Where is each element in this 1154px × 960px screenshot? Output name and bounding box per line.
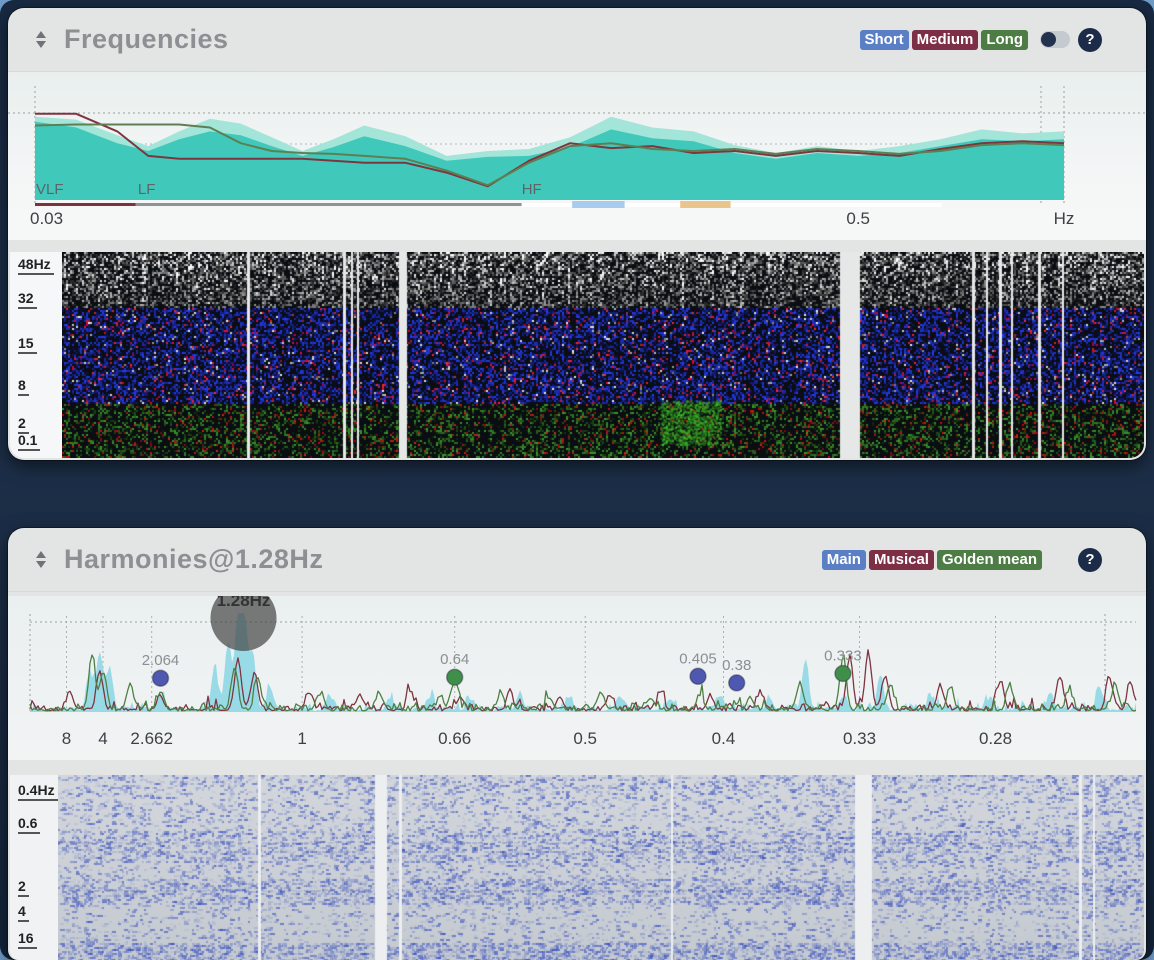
spectrum-line-musical (30, 650, 1136, 711)
chevron-up-icon (36, 31, 46, 38)
selected-frequency-label: 1.28Hz (217, 596, 271, 610)
x-tick-label: 0.5 (846, 209, 870, 228)
x-tick-label: 0.33 (843, 729, 876, 748)
x-tick-label: 0.28 (979, 729, 1012, 748)
legend-short[interactable]: Short (860, 30, 909, 50)
band-bar (680, 201, 730, 208)
harmonies-spectrogram-canvas[interactable] (58, 775, 1144, 960)
harmonic-marker-label: 0.64 (440, 651, 469, 668)
band-label: LF (138, 181, 156, 198)
band-bar (136, 203, 522, 206)
legend-medium[interactable]: Medium (912, 30, 979, 50)
harmonic-marker-label: 0.333 (824, 648, 862, 665)
x-tick-label: 2.662 (130, 729, 173, 748)
harmonic-marker-label: 2.064 (142, 652, 180, 669)
band-bar (572, 201, 625, 208)
x-tick-label: 4 (98, 729, 107, 748)
frequencies-chart-svg[interactable]: VLF LF HF 0.03 0.5 Hz (8, 72, 1146, 240)
x-tick-label: 0.66 (438, 729, 471, 748)
legend-long[interactable]: Long (981, 30, 1028, 50)
harmonies-spectrogram[interactable]: 0.4Hz 0.6 2 4 16 (10, 775, 1144, 960)
harmonic-marker-golden[interactable] (447, 669, 463, 685)
frequencies-spectrogram[interactable]: 48Hz 32 15 8 2 0.1 (10, 252, 1144, 458)
app-background: Frequencies Short Medium Long ? VLF LF HF 0… (0, 0, 1154, 960)
harmonies-legend: Main Musical Golden mean (822, 550, 1042, 570)
x-tick-label: 8 (62, 729, 71, 748)
chevron-down-icon (36, 561, 46, 568)
x-tick-label: 0.5 (573, 729, 597, 748)
collapse-panel-icon[interactable] (32, 27, 50, 52)
y-label: 4 (18, 904, 29, 922)
y-label: 0.6 (18, 816, 40, 834)
panel-title: Harmonies@1.28Hz (64, 544, 323, 575)
x-tick-label: 0.03 (30, 209, 63, 228)
y-label: 16 (18, 931, 37, 949)
frequencies-chart[interactable]: VLF LF HF 0.03 0.5 Hz (8, 72, 1146, 240)
y-label: 2 (18, 879, 29, 897)
harmonies-panel: Harmonies@1.28Hz Main Musical Golden mea… (8, 528, 1146, 960)
band-label: HF (522, 181, 542, 198)
spectrum-area-main-spectrum (30, 613, 1136, 712)
legend-main[interactable]: Main (822, 550, 866, 570)
legend-golden-mean[interactable]: Golden mean (937, 550, 1042, 570)
toggle-knob-icon (1041, 32, 1056, 47)
harmonic-marker-main[interactable] (690, 668, 706, 684)
help-button[interactable]: ? (1078, 28, 1102, 52)
x-tick-label: Hz (1054, 209, 1075, 228)
frequencies-spectrogram-canvas[interactable] (62, 252, 1144, 458)
panel-title: Frequencies (64, 24, 229, 55)
harmonic-marker-label: 0.405 (679, 650, 717, 667)
help-button[interactable]: ? (1078, 548, 1102, 572)
frequencies-header: Frequencies Short Medium Long ? (8, 8, 1146, 72)
harmonies-chart-svg[interactable]: 1.28Hz 2.064 0.64 0.405 0.38 0.333 8 4 2.662 1 0.6… (8, 596, 1146, 760)
harmonic-marker-main[interactable] (153, 670, 169, 686)
frequencies-legend: Short Medium Long (860, 30, 1029, 50)
chevron-up-icon (36, 551, 46, 558)
x-tick-label: 0.4 (712, 729, 736, 748)
harmonic-marker-label: 0.38 (722, 657, 751, 674)
harmonies-header: Harmonies@1.28Hz Main Musical Golden mea… (8, 528, 1146, 592)
frequencies-panel: Frequencies Short Medium Long ? VLF LF HF 0… (8, 8, 1146, 460)
collapse-panel-icon[interactable] (32, 547, 50, 572)
harmonies-chart[interactable]: 1.28Hz 2.064 0.64 0.405 0.38 0.333 8 4 2.662 1 0.6… (8, 596, 1146, 760)
y-label: 0.1 (18, 433, 40, 451)
legend-musical[interactable]: Musical (869, 550, 934, 570)
y-label: 0.4Hz (18, 783, 58, 801)
harmonic-marker-main[interactable] (729, 675, 745, 691)
y-label: 15 (18, 336, 37, 354)
y-label: 32 (18, 291, 37, 309)
y-label: 8 (18, 378, 29, 396)
x-tick-label: 1 (297, 729, 306, 748)
spectrogram-y-axis: 0.4Hz 0.6 2 4 16 (10, 775, 58, 960)
spectrogram-y-axis: 48Hz 32 15 8 2 0.1 (10, 252, 62, 458)
band-bar (35, 203, 136, 206)
harmonic-marker-golden[interactable] (835, 666, 851, 682)
chevron-down-icon (36, 41, 46, 48)
display-toggle[interactable] (1040, 31, 1070, 48)
y-label: 48Hz (18, 257, 54, 275)
band-label: VLF (36, 181, 64, 198)
